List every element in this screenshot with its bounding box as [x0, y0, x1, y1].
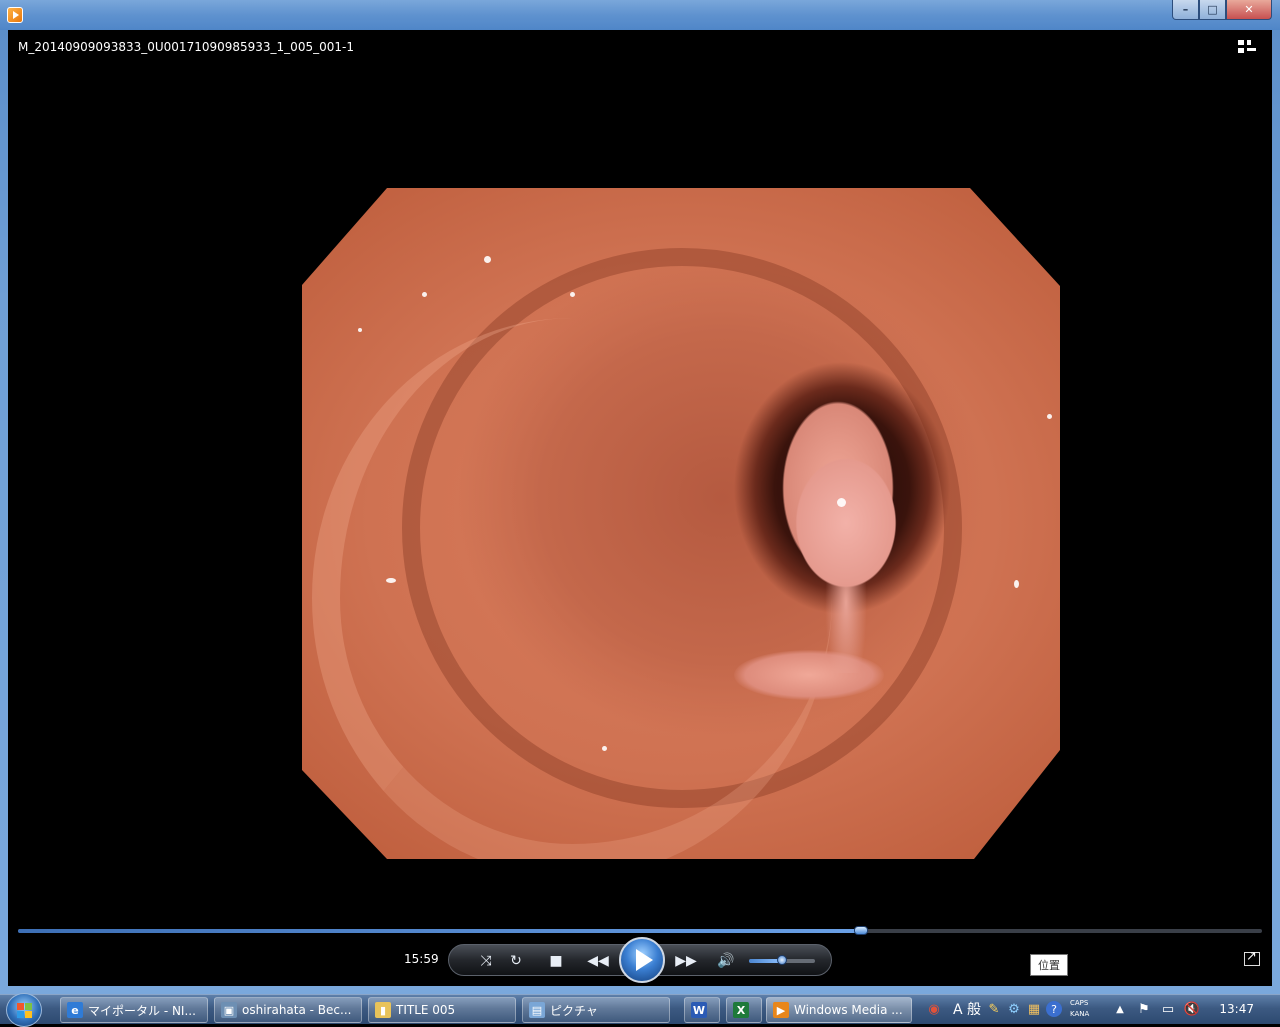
seek-thumb[interactable] — [854, 926, 869, 935]
ime-tool-icon[interactable]: ✎ — [986, 1001, 1002, 1017]
taskbar-button-label: マイポータル - NI... — [88, 1003, 196, 1018]
seek-bar[interactable] — [18, 926, 1262, 935]
taskbar-button[interactable]: X — [726, 997, 762, 1023]
media-player-icon: ▶ — [773, 1002, 789, 1018]
specular-highlight — [358, 328, 362, 332]
volume-slider[interactable] — [749, 955, 815, 965]
taskbar-button[interactable]: ▶ Windows Media ... — [766, 997, 912, 1023]
ime-pad-icon[interactable]: ▦ — [1026, 1001, 1042, 1017]
transport-controls: ⤨ ↻ ■ ◀◀ ▶▶ 🔊 — [448, 937, 832, 983]
seek-progress — [18, 929, 862, 933]
specular-highlight — [837, 498, 846, 507]
play-icon — [636, 949, 653, 971]
taskbar-button-label: Windows Media ... — [794, 1003, 903, 1017]
taskbar-button[interactable]: ▤ ピクチャ — [522, 997, 670, 1023]
app-icon: ▣ — [221, 1002, 237, 1018]
ime-dictionary-icon[interactable]: ⚙ — [1006, 1001, 1022, 1017]
maximize-button[interactable]: □ — [1199, 0, 1226, 20]
taskbar-button-label: ピクチャ — [550, 1003, 598, 1018]
action-center-flag-icon[interactable]: ⚑ — [1136, 1001, 1152, 1017]
next-icon[interactable]: ▶▶ — [675, 951, 697, 971]
word-icon: W — [691, 1002, 707, 1018]
network-icon[interactable]: ▭ — [1160, 1001, 1176, 1017]
taskbar-button[interactable]: e マイポータル - NI... — [60, 997, 208, 1023]
player-area: M_20140909093833_0U00171090985933_1_005_… — [8, 30, 1272, 986]
excel-icon: X — [733, 1002, 749, 1018]
specular-highlight — [570, 292, 575, 297]
specular-highlight — [1014, 580, 1019, 588]
taskbar-button[interactable]: W — [684, 997, 720, 1023]
elapsed-time: 15:59 — [404, 952, 439, 966]
taskbar-button[interactable]: ▮ TITLE 005 — [368, 997, 516, 1023]
app-tray-icon[interactable]: ◉ — [926, 1001, 942, 1017]
volume-muted-icon[interactable]: 🔇 — [1184, 1001, 1200, 1017]
help-icon[interactable]: ? — [1046, 1001, 1062, 1017]
switch-to-library-icon[interactable] — [1238, 40, 1256, 54]
specular-highlight — [602, 746, 607, 751]
polyp — [772, 433, 920, 673]
seek-tooltip: 位置 — [1030, 954, 1068, 976]
taskbar-button-label: oshirahata - Bec... — [242, 1003, 352, 1017]
ie-icon: e — [67, 1002, 83, 1018]
minimize-button[interactable]: – — [1172, 0, 1199, 20]
repeat-icon[interactable]: ↻ — [505, 951, 527, 971]
shuffle-icon[interactable]: ⤨ — [475, 951, 497, 971]
play-button[interactable] — [619, 937, 665, 983]
mucosal-fold-highlight — [312, 318, 832, 859]
media-player-icon[interactable] — [7, 7, 23, 23]
stop-icon[interactable]: ■ — [545, 951, 567, 971]
taskbar: e マイポータル - NI... ▣ oshirahata - Bec... ▮ TITL… — [0, 993, 1280, 1027]
taskbar-button[interactable]: ▣ oshirahata - Bec... — [214, 997, 362, 1023]
pictures-icon: ▤ — [529, 1002, 545, 1018]
caps-indicator: CAPS — [1070, 999, 1089, 1007]
start-button[interactable] — [6, 993, 42, 1027]
show-hidden-icons[interactable]: ▲ — [1112, 1001, 1128, 1017]
system-clock[interactable]: 13:47 — [1219, 1002, 1254, 1016]
specular-highlight — [1047, 414, 1052, 419]
media-title: M_20140909093833_0U00171090985933_1_005_… — [18, 40, 354, 54]
ime-icon[interactable]: A 般 — [950, 1001, 984, 1018]
specular-highlight — [422, 292, 427, 297]
speaker-icon[interactable]: 🔊 — [715, 951, 737, 971]
volume-thumb[interactable] — [777, 955, 787, 965]
kana-indicator: KANA — [1070, 1010, 1090, 1018]
folder-icon: ▮ — [375, 1002, 391, 1018]
title-bar[interactable]: – □ ✕ — [0, 0, 1280, 30]
specular-highlight — [484, 256, 491, 263]
taskbar-button-label: TITLE 005 — [396, 1003, 456, 1017]
video-frame[interactable] — [302, 188, 1060, 859]
fullscreen-icon[interactable] — [1244, 949, 1260, 966]
media-player-window: – □ ✕ M_20140909093833_0U00171090985933_… — [0, 0, 1280, 994]
specular-highlight — [386, 578, 396, 583]
caps-kana-indicator: CAPS KANA — [1070, 998, 1089, 1020]
previous-icon[interactable]: ◀◀ — [587, 951, 609, 971]
caption-buttons: – □ ✕ — [1172, 0, 1272, 20]
close-button[interactable]: ✕ — [1226, 0, 1272, 20]
